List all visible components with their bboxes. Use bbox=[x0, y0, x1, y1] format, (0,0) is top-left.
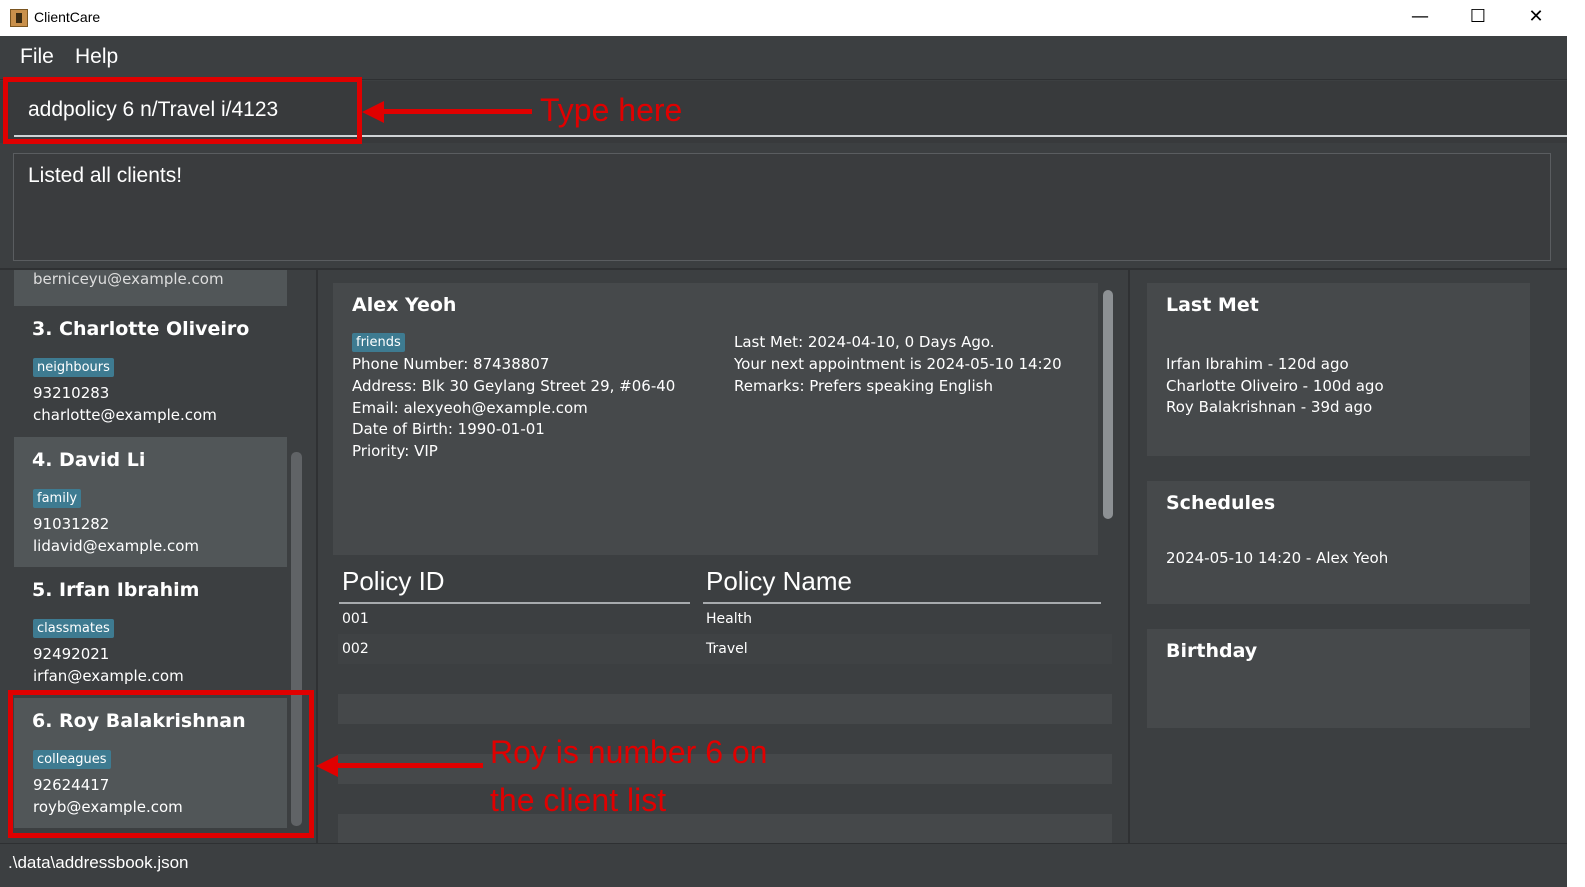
schedule-item: 2024-05-10 14:20 - Alex Yeoh bbox=[1166, 549, 1389, 567]
detail-name: Alex Yeoh bbox=[352, 294, 457, 316]
table-row bbox=[338, 664, 1112, 694]
annotation-box-command bbox=[3, 77, 362, 144]
detail-phone: Phone Number: 87438807 bbox=[352, 355, 550, 373]
detail-dob: Date of Birth: 1990-01-01 bbox=[352, 420, 545, 438]
app-icon bbox=[10, 9, 28, 27]
client-email: charlotte@example.com bbox=[33, 406, 217, 424]
table-row bbox=[338, 784, 1112, 814]
schedules-card: Schedules 2024-05-10 14:20 - Alex Yeoh bbox=[1147, 481, 1530, 604]
annotation-roy-line2: the client list bbox=[490, 782, 667, 818]
client-tag: family bbox=[33, 489, 82, 508]
table-row[interactable]: 002 Travel bbox=[338, 634, 1112, 664]
last-met-item: Roy Balakrishnan - 39d ago bbox=[1166, 398, 1373, 416]
table-row[interactable]: 001 Health bbox=[338, 604, 1112, 634]
partial-email: berniceyu@example.com bbox=[33, 270, 224, 288]
policy-id-cell: 002 bbox=[342, 641, 369, 657]
list-item[interactable]: 4. David Li family 91031282 lidavid@exam… bbox=[14, 437, 287, 567]
annotation-arrow-head bbox=[316, 755, 338, 777]
detail-remarks: Remarks: Prefers speaking English bbox=[734, 377, 993, 395]
annotation-arrow-line bbox=[336, 763, 483, 768]
maximize-button[interactable]: ☐ bbox=[1449, 0, 1507, 36]
minimize-button[interactable]: — bbox=[1391, 0, 1449, 36]
policy-name-cell: Travel bbox=[706, 641, 748, 657]
last-met-title: Last Met bbox=[1166, 294, 1259, 316]
annotation-roy-line1: Roy is number 6 on bbox=[490, 734, 768, 770]
last-met-card: Last Met Irfan Ibrahim - 120d ago Charlo… bbox=[1147, 283, 1530, 456]
last-met-item: Irfan Ibrahim - 120d ago bbox=[1166, 355, 1349, 373]
status-path: .\data\addressbook.json bbox=[8, 853, 189, 872]
client-name: 3. Charlotte Oliveiro bbox=[32, 318, 250, 340]
annotation-arrow-line bbox=[382, 109, 532, 114]
detail-scrollbar[interactable] bbox=[1103, 290, 1113, 519]
policy-name-header[interactable]: Policy Name bbox=[706, 566, 852, 597]
detail-address: Address: Blk 30 Geylang Street 29, #06-4… bbox=[352, 377, 676, 395]
result-text: Listed all clients! bbox=[28, 164, 183, 187]
list-item[interactable]: berniceyu@example.com bbox=[14, 270, 287, 306]
client-phone: 91031282 bbox=[33, 515, 110, 533]
client-phone: 92492021 bbox=[33, 645, 110, 663]
annotation-arrow-head bbox=[362, 101, 384, 123]
table-row bbox=[338, 814, 1112, 844]
detail-last-met: Last Met: 2024-04-10, 0 Days Ago. bbox=[734, 333, 995, 351]
policy-id-cell: 001 bbox=[342, 611, 369, 627]
close-button[interactable]: ✕ bbox=[1507, 0, 1565, 36]
menu-bar: File Help bbox=[0, 36, 1585, 80]
window-title: ClientCare bbox=[34, 9, 101, 25]
client-detail-card: Alex Yeoh friends Phone Number: 87438807… bbox=[333, 283, 1098, 555]
last-met-item: Charlotte Oliveiro - 100d ago bbox=[1166, 377, 1384, 395]
status-bar: .\data\addressbook.json bbox=[0, 843, 1567, 887]
window-edge bbox=[1567, 36, 1585, 887]
annotation-type-here: Type here bbox=[540, 92, 683, 128]
client-tag: neighbours bbox=[33, 358, 114, 377]
policy-id-header[interactable]: Policy ID bbox=[342, 566, 445, 597]
list-item[interactable]: 3. Charlotte Oliveiro neighbours 9321028… bbox=[14, 306, 287, 436]
annotation-box-roy bbox=[8, 690, 314, 838]
client-name: 5. Irfan Ibrahim bbox=[32, 579, 200, 601]
birthday-card: Birthday bbox=[1147, 629, 1530, 728]
result-display: Listed all clients! bbox=[13, 153, 1551, 261]
menu-help[interactable]: Help bbox=[75, 45, 118, 69]
detail-next-appointment: Your next appointment is 2024-05-10 14:2… bbox=[734, 355, 1062, 373]
side-panel: Last Met Irfan Ibrahim - 120d ago Charlo… bbox=[1132, 270, 1567, 843]
client-email: irfan@example.com bbox=[33, 667, 184, 685]
list-item[interactable]: 5. Irfan Ibrahim classmates 92492021 irf… bbox=[14, 567, 287, 697]
birthday-title: Birthday bbox=[1166, 640, 1258, 662]
client-name: 4. David Li bbox=[32, 449, 146, 471]
table-row bbox=[338, 694, 1112, 724]
menu-file[interactable]: File bbox=[20, 45, 54, 69]
title-bar: ClientCare — ☐ ✕ bbox=[0, 0, 1585, 36]
client-email: lidavid@example.com bbox=[33, 537, 199, 555]
client-phone: 93210283 bbox=[33, 384, 110, 402]
detail-tag: friends bbox=[352, 333, 405, 352]
detail-priority: Priority: VIP bbox=[352, 442, 438, 460]
client-tag: classmates bbox=[33, 619, 114, 638]
schedules-title: Schedules bbox=[1166, 492, 1276, 514]
policy-name-cell: Health bbox=[706, 611, 752, 627]
detail-email: Email: alexyeoh@example.com bbox=[352, 399, 588, 417]
